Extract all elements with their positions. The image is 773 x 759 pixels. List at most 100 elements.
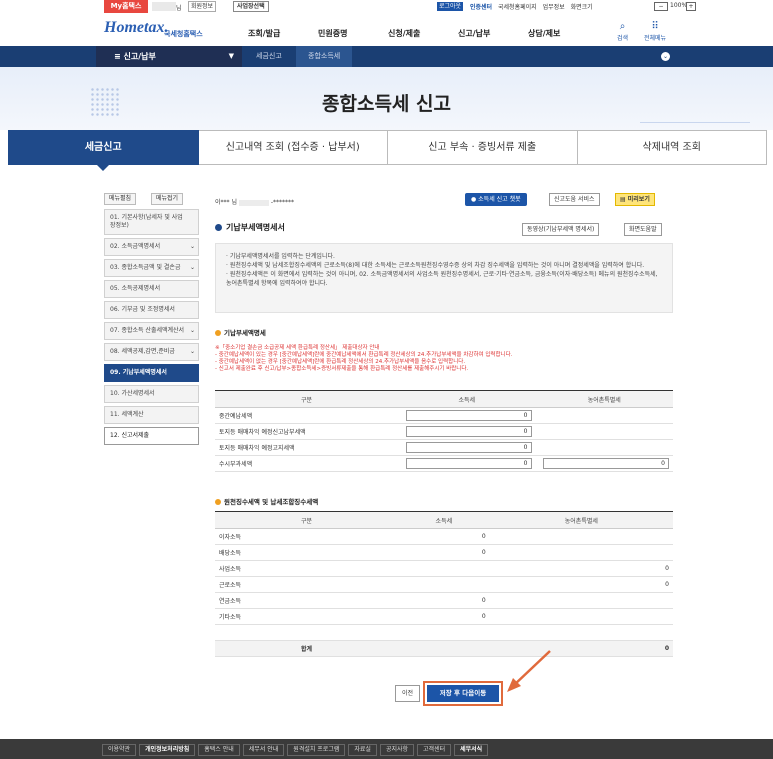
caret-down-icon: ▼: [228, 52, 234, 60]
zoom-in-button[interactable]: +: [686, 2, 696, 11]
nts-homepage-link[interactable]: 국세청홈페이지: [498, 4, 537, 11]
all-menu-tool[interactable]: ⠿ 전체메뉴: [644, 21, 666, 42]
footer-link-support[interactable]: 고객센터: [417, 744, 452, 756]
footer-link-archive[interactable]: 자료실: [348, 744, 377, 756]
income-tax-input[interactable]: 0: [405, 410, 532, 421]
prev-button[interactable]: 이전: [395, 685, 421, 702]
info-line-3: · 원천징수세액은 이 화면에서 입력하는 것이 아니며, 02. 소득금액명세…: [226, 271, 658, 287]
step-item-08[interactable]: 08. 세액공제,감면,준비금 ⌄: [104, 343, 199, 361]
tab-attachments[interactable]: 신고 부속 · 증빙서류 제출: [388, 130, 578, 165]
save-next-button[interactable]: 저장 후 다음이동: [427, 685, 499, 702]
step-label: 03. 종합소득금액 및 결손금: [110, 264, 181, 271]
taxpayer-id-masked: [238, 199, 269, 206]
step-item-10[interactable]: 10. 가산세명세서: [104, 385, 199, 403]
business-select-button[interactable]: 사업장선택: [233, 1, 269, 12]
chevron-down-icon: ⌄: [189, 348, 195, 355]
income-tax-value: 0: [398, 592, 490, 609]
refund-notice: ※「중소기업 결손금 소급공제 세액 환급특례 정산세」 제출대상자 안내 - …: [215, 345, 673, 373]
tab-report-history[interactable]: 신고내역 조회 (접수증 · 납부서): [198, 130, 388, 165]
notice-line: - 신고서 제출완료 후 신고/납부>종합소득세>증빙서류제출을 통해 환급특례…: [215, 366, 469, 372]
taxpayer-name: 이***: [215, 199, 230, 206]
taxpayer-id-tail: -*******: [270, 199, 294, 206]
search-icon: ⌕: [619, 21, 626, 32]
col-header-rural-tax: 농어촌특별세: [535, 390, 673, 408]
step-label: 12. 신고서제출: [110, 432, 150, 439]
step-item-09[interactable]: 09. 기납부세액명세서: [104, 364, 199, 382]
nav-menu-dropdown[interactable]: ≡ 신고/납부 ▼: [96, 46, 242, 67]
row-label: 배당소득: [215, 544, 398, 561]
breadcrumb-tax-report[interactable]: 세금신고: [244, 46, 294, 67]
breadcrumb-income-tax[interactable]: 종합소득세: [296, 46, 353, 67]
menu-collapse-button[interactable]: 메뉴접기: [151, 193, 184, 205]
step-item-07[interactable]: 07. 종합소득 산출세액계산서 ⌄: [104, 322, 199, 340]
document-icon: ▤: [620, 196, 628, 203]
rural-tax-value: [489, 624, 673, 641]
chatbot-button[interactable]: ● 소득세 신고 챗봇: [465, 193, 527, 206]
gnb-item-report[interactable]: 신고/납부: [458, 28, 528, 39]
search-tool[interactable]: ⌕ 검색: [617, 21, 628, 42]
tab-tax-report[interactable]: 세금신고: [8, 130, 199, 165]
taxpayer-line: 이*** 님 -*******: [215, 197, 294, 206]
step-item-05[interactable]: 05. 소득공제명세서: [104, 280, 199, 298]
footer-link-remote[interactable]: 원격설치 프로그램: [287, 744, 346, 756]
gnb-item-apply[interactable]: 신청/제출: [388, 28, 458, 39]
step-item-02[interactable]: 02. 소득금액명세서 ⌄: [104, 238, 199, 256]
footer-link-privacy[interactable]: 개인정보처리방침: [139, 744, 196, 756]
footer-link-guide[interactable]: 홈택스 안내: [198, 744, 240, 756]
step-item-06[interactable]: 06. 기부금 및 조정명세서: [104, 301, 199, 319]
income-tax-input[interactable]: 0: [405, 442, 532, 453]
member-info-button[interactable]: 회원정보: [188, 1, 217, 12]
user-name-masked: [152, 2, 176, 11]
footer-link-forms[interactable]: 세무서식: [454, 744, 489, 756]
col-header-rural-tax: 농어촌특별세: [489, 511, 673, 529]
preview-button[interactable]: ▤ 미리보기: [615, 193, 655, 206]
rural-tax-input[interactable]: 0: [543, 458, 669, 469]
step-item-03[interactable]: 03. 종합소득금액 및 결손금 ⌄: [104, 259, 199, 277]
income-tax-value: 0: [398, 608, 490, 625]
screen-help-button[interactable]: 화면도움말: [624, 223, 662, 236]
chevron-down-icon[interactable]: ⌄: [661, 52, 670, 61]
gnb-item-inquiry[interactable]: 조회/발급: [248, 28, 318, 39]
my-hometax-button[interactable]: My홈택스: [104, 0, 148, 13]
subsection-title-text: 원천징수세액 및 납세조합징수세액: [224, 498, 319, 506]
income-tax-input[interactable]: 0: [405, 458, 532, 469]
logout-button[interactable]: 로그아웃: [437, 2, 464, 11]
tab-deleted-history[interactable]: 삭제내역 조회: [577, 130, 767, 165]
footer-link-office[interactable]: 세무서 안내: [242, 744, 285, 756]
table-row: 근로소득 0: [215, 576, 673, 593]
business-info-link[interactable]: 업무정보: [543, 4, 565, 11]
auth-center-link[interactable]: 인증센터: [470, 4, 492, 11]
step-label: 06. 기부금 및 조정명세서: [110, 306, 175, 313]
notice-line: - 중간예납세액이 없는 경우 [중간예납세액]란에 환급특례 정산세상의 24…: [215, 359, 466, 365]
income-tax-input[interactable]: 0: [405, 426, 532, 437]
row-label: 이자소득: [215, 528, 398, 545]
pointer-arrow-icon: [507, 650, 551, 692]
income-tax-value: [398, 560, 490, 577]
video-guide-button[interactable]: 동영상(기납부세액 명세서): [522, 223, 600, 236]
rural-tax-value: [489, 608, 673, 625]
step-item-12[interactable]: 12. 신고서제출: [104, 427, 199, 445]
gnb-item-consult[interactable]: 상담/제보: [528, 28, 598, 39]
table-row: 이자소득 0: [215, 528, 673, 545]
menu-expand-button[interactable]: 메뉴펼침: [104, 193, 137, 205]
row-label: 토지등 매매차익 예정고지세액: [215, 439, 398, 456]
nav-menu-label: 신고/납부: [123, 52, 156, 61]
step-item-01[interactable]: 01. 기본사항(납세자 및 사업장정보): [104, 209, 199, 235]
step-label: 05. 소득공제명세서: [110, 285, 161, 292]
help-service-button[interactable]: 신고도움 서비스: [549, 193, 600, 206]
all-menu-label: 전체메뉴: [644, 35, 667, 42]
page-hero: 종합소득세 신고: [0, 67, 773, 130]
footer-link-terms[interactable]: 이용약관: [102, 744, 137, 756]
col-header-category: 구분: [215, 511, 398, 529]
total-label: 합계: [215, 640, 398, 657]
zoom-out-button[interactable]: −: [654, 2, 668, 11]
row-label: 연금소득: [215, 592, 398, 609]
hometax-logo[interactable]: Hometax.: [104, 19, 168, 37]
income-tax-value: 0: [398, 544, 490, 561]
gnb-item-certificate[interactable]: 민원증명: [318, 28, 388, 39]
chatbot-label: 소득세 신고 챗봇: [478, 196, 521, 203]
user-suffix: 님: [176, 5, 182, 12]
footer-link-notice[interactable]: 공지사항: [379, 744, 415, 756]
step-item-11[interactable]: 11. 세액계산: [104, 406, 199, 424]
zoom-value: 100%: [670, 2, 688, 9]
